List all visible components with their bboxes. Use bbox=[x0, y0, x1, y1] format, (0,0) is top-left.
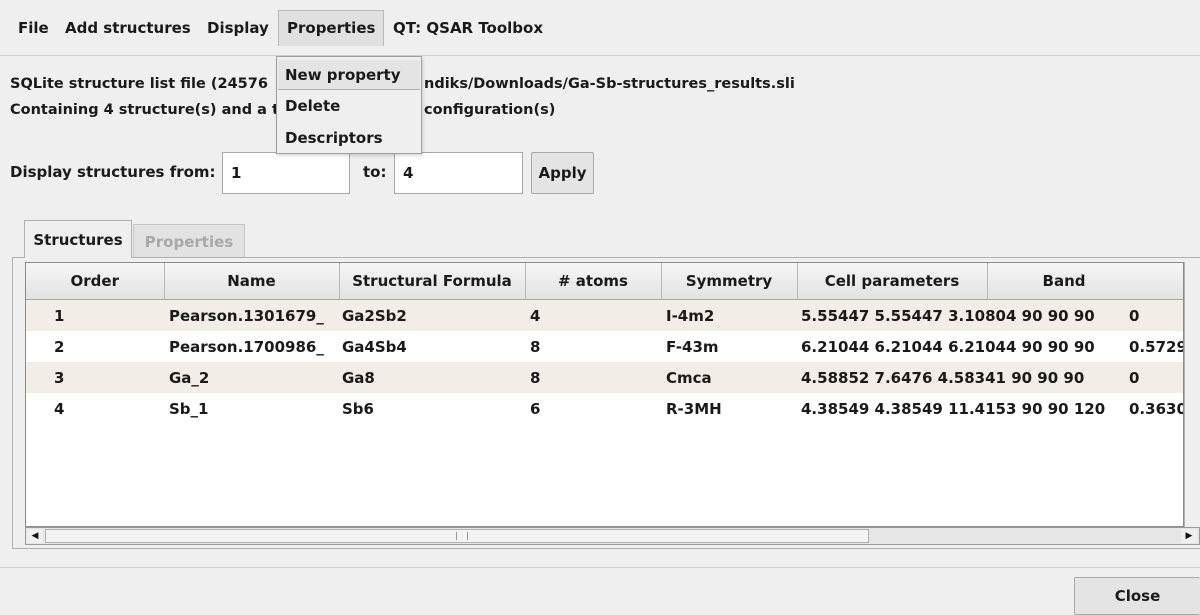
menu-item-new-property[interactable]: New property bbox=[278, 60, 420, 90]
cell-formula: Sb6 bbox=[339, 393, 525, 424]
footer-divider bbox=[0, 567, 1200, 568]
tab-structures[interactable]: Structures bbox=[24, 220, 132, 258]
cell-formula: Ga2Sb2 bbox=[339, 300, 525, 331]
horizontal-scrollbar[interactable]: ◀ ▶ bbox=[25, 527, 1200, 545]
to-input[interactable] bbox=[394, 152, 523, 194]
scroll-grip-icon bbox=[456, 532, 468, 540]
cell-cell-parameters: 6.21044 6.21044 6.21044 90 90 90 bbox=[797, 331, 1127, 362]
tab-properties[interactable]: Properties bbox=[133, 224, 245, 258]
cell-order: 4 bbox=[26, 393, 164, 424]
cell-atoms: 6 bbox=[525, 393, 661, 424]
column-header-name[interactable]: Name bbox=[164, 263, 340, 300]
cell-order: 1 bbox=[26, 300, 164, 331]
menu-display[interactable]: Display bbox=[199, 10, 277, 46]
menu-item-descriptors[interactable]: Descriptors bbox=[278, 123, 420, 153]
cell-band: 0.3630 bbox=[1127, 393, 1183, 424]
file-info-start: SQLite structure list file (24576 bbox=[10, 76, 268, 92]
table-row[interactable]: 2 Pearson.1700986_ Ga4Sb4 8 F-43m 6.2104… bbox=[26, 331, 1183, 362]
menu-properties[interactable]: Properties bbox=[278, 10, 385, 46]
cell-name: Sb_1 bbox=[164, 393, 339, 424]
cell-name: Ga_2 bbox=[164, 362, 339, 393]
to-label: to: bbox=[363, 163, 387, 181]
menu-item-delete[interactable]: Delete bbox=[278, 91, 420, 121]
file-info-path: ndiks/Downloads/Ga-Sb-structures_results… bbox=[424, 76, 795, 92]
cell-order: 2 bbox=[26, 331, 164, 362]
cell-name: Pearson.1700986_ bbox=[164, 331, 339, 362]
configuration-count-text: configuration(s) bbox=[424, 102, 556, 118]
menu-qsar-toolbox[interactable]: QT: QSAR Toolbox bbox=[385, 10, 551, 46]
table-row[interactable]: 3 Ga_2 Ga8 8 Cmca 4.58852 7.6476 4.58341… bbox=[26, 362, 1183, 393]
structure-count-line: Containing 4 structure(s) and a t bbox=[10, 102, 279, 118]
menu-add-structures[interactable]: Add structures bbox=[57, 10, 199, 46]
cell-formula: Ga8 bbox=[339, 362, 525, 393]
cell-symmetry: F-43m bbox=[661, 331, 797, 362]
column-header-structural-formula[interactable]: Structural Formula bbox=[339, 263, 526, 300]
file-info-line: SQLite structure list file (24576 bbox=[10, 76, 268, 92]
cell-cell-parameters: 4.58852 7.6476 4.58341 90 90 90 bbox=[797, 362, 1127, 393]
column-header-order[interactable]: Order bbox=[26, 263, 165, 300]
close-button[interactable]: Close bbox=[1074, 577, 1200, 615]
apply-button[interactable]: Apply bbox=[531, 152, 594, 194]
scroll-right-arrow-icon[interactable]: ▶ bbox=[1181, 529, 1197, 543]
column-header-atoms[interactable]: # atoms bbox=[525, 263, 662, 300]
menu-bar: File Add structures Display Properties Q… bbox=[0, 0, 1200, 56]
horizontal-scroll-thumb[interactable] bbox=[45, 529, 869, 543]
cell-order: 3 bbox=[26, 362, 164, 393]
cell-cell-parameters: 5.55447 5.55447 3.10804 90 90 90 bbox=[797, 300, 1127, 331]
vertical-scrollbar[interactable] bbox=[1184, 262, 1200, 527]
scroll-left-arrow-icon[interactable]: ◀ bbox=[27, 529, 43, 543]
cell-cell-parameters: 4.38549 4.38549 11.4153 90 90 120 bbox=[797, 393, 1127, 424]
column-header-band[interactable]: Band bbox=[987, 263, 1183, 300]
table-header-row: Order Name Structural Formula # atoms Sy… bbox=[26, 263, 1183, 300]
cell-band: 0.5729 bbox=[1127, 331, 1183, 362]
column-header-symmetry[interactable]: Symmetry bbox=[661, 263, 798, 300]
menu-file[interactable]: File bbox=[10, 10, 57, 46]
cell-symmetry: I-4m2 bbox=[661, 300, 797, 331]
table-row[interactable]: 4 Sb_1 Sb6 6 R-3MH 4.38549 4.38549 11.41… bbox=[26, 393, 1183, 424]
from-input[interactable] bbox=[222, 152, 350, 194]
display-from-label: Display structures from: bbox=[10, 163, 216, 181]
table-row[interactable]: 1 Pearson.1301679_ Ga2Sb2 4 I-4m2 5.5544… bbox=[26, 300, 1183, 331]
properties-dropdown-menu: New property Delete Descriptors bbox=[276, 56, 422, 154]
cell-atoms: 8 bbox=[525, 331, 661, 362]
cell-symmetry: R-3MH bbox=[661, 393, 797, 424]
cell-symmetry: Cmca bbox=[661, 362, 797, 393]
cell-atoms: 8 bbox=[525, 362, 661, 393]
structures-table[interactable]: Order Name Structural Formula # atoms Sy… bbox=[25, 262, 1184, 527]
cell-name: Pearson.1301679_ bbox=[164, 300, 339, 331]
cell-atoms: 4 bbox=[525, 300, 661, 331]
cell-band: 0 bbox=[1127, 362, 1183, 393]
column-header-cell-parameters[interactable]: Cell parameters bbox=[797, 263, 988, 300]
cell-band: 0 bbox=[1127, 300, 1183, 331]
cell-formula: Ga4Sb4 bbox=[339, 331, 525, 362]
